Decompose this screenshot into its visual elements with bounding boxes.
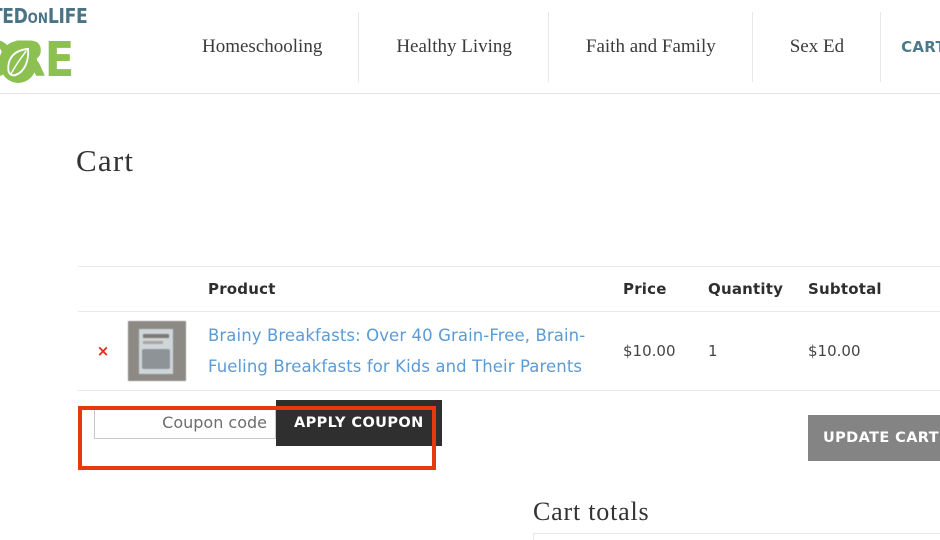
logo-tagline: XICATEDONLIFE bbox=[0, 4, 120, 31]
nav-label: Faith and Family bbox=[585, 36, 716, 57]
coupon-code-input[interactable] bbox=[94, 406, 276, 439]
nav-item-sex-ed[interactable]: Sex Ed bbox=[753, 0, 882, 94]
nav-item-healthy-living[interactable]: Healthy Living bbox=[359, 0, 549, 94]
cart-totals-title: Cart totals bbox=[533, 497, 650, 526]
book-cover-shape bbox=[139, 329, 173, 374]
logo-tagline-on: ON bbox=[27, 11, 48, 27]
site-header: XICATEDONLIFE TORE Homeschooling Healthy… bbox=[0, 0, 940, 94]
nav-label: Sex Ed bbox=[789, 36, 845, 57]
main-navigation: Homeschooling Healthy Living Faith and F… bbox=[165, 0, 940, 94]
book-subtitle-bar bbox=[143, 341, 163, 344]
update-cart-button[interactable]: UPDATE CART bbox=[808, 415, 940, 461]
close-icon: × bbox=[96, 341, 110, 360]
nav-label: CART / bbox=[901, 38, 940, 56]
header-product: Product bbox=[208, 280, 276, 298]
book-photo-area bbox=[142, 349, 170, 369]
cart-totals-table bbox=[533, 533, 940, 540]
site-logo[interactable]: XICATEDONLIFE TORE bbox=[0, 4, 148, 88]
product-quantity[interactable]: 1 bbox=[708, 342, 808, 360]
coupon-form: APPLY COUPON bbox=[94, 399, 442, 446]
logo-tagline-part1: XICATED bbox=[0, 4, 28, 28]
nav-item-cart[interactable]: CART / bbox=[881, 0, 940, 94]
page-title: Cart bbox=[76, 143, 135, 178]
product-price: $10.00 bbox=[623, 342, 676, 360]
product-thumbnail[interactable] bbox=[128, 321, 208, 381]
nav-item-faith-and-family[interactable]: Faith and Family bbox=[549, 0, 753, 94]
remove-item-button[interactable]: × bbox=[78, 342, 128, 361]
nav-item-homeschooling[interactable]: Homeschooling bbox=[165, 0, 360, 94]
header-quantity: Quantity bbox=[708, 280, 784, 298]
product-image bbox=[128, 321, 186, 381]
logo-wordmark: TORE bbox=[0, 33, 128, 87]
apply-coupon-button[interactable]: APPLY COUPON bbox=[276, 399, 442, 446]
product-subtotal: $10.00 bbox=[808, 342, 861, 360]
cart-page: XICATEDONLIFE TORE Homeschooling Healthy… bbox=[0, 0, 940, 540]
nav-label: Healthy Living bbox=[396, 36, 512, 57]
table-row: × Brainy Breakfasts: Over 40 Grain-Free,… bbox=[78, 312, 940, 391]
product-name-cell: Brainy Breakfasts: Over 40 Grain-Free, B… bbox=[208, 320, 623, 382]
book-title-bar bbox=[143, 334, 169, 338]
header-subtotal: Subtotal bbox=[808, 280, 882, 298]
logo-tagline-part2: LIFE bbox=[47, 4, 88, 28]
leaf-icon bbox=[0, 41, 38, 83]
header-price: Price bbox=[623, 280, 667, 298]
product-link[interactable]: Brainy Breakfasts: Over 40 Grain-Free, B… bbox=[208, 326, 585, 376]
cart-table-header-row: Product Price Quantity Subtotal bbox=[78, 266, 940, 312]
nav-label: Homeschooling bbox=[202, 36, 323, 57]
